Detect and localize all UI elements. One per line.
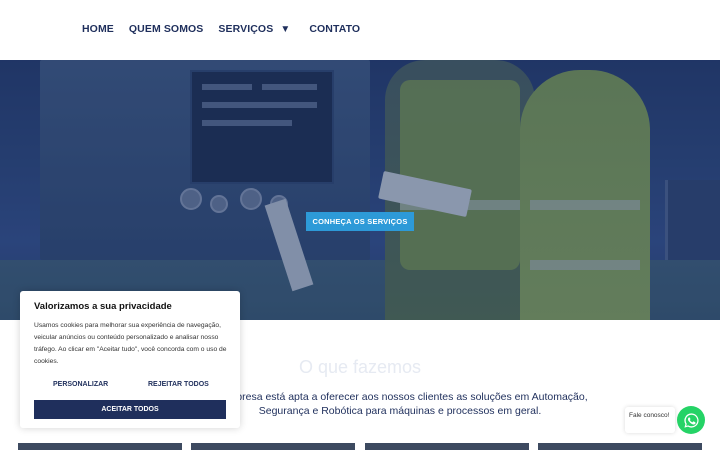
nav-home[interactable]: HOME xyxy=(82,23,114,35)
cookie-text: Usamos cookies para melhorar sua experiê… xyxy=(34,322,227,365)
cookie-consent-banner: Valorizamos a sua privacidade Usamos coo… xyxy=(20,291,240,428)
nav-servicos[interactable]: SERVIÇOS ▼ xyxy=(218,23,290,35)
nav-servicos-label: SERVIÇOS xyxy=(218,23,274,35)
whatsapp-bubble[interactable]: Fale conosco! xyxy=(625,407,675,433)
service-card[interactable] xyxy=(18,443,182,450)
service-cards xyxy=(18,443,708,450)
services-cta-button[interactable]: CONHEÇA OS SERVIÇOS xyxy=(306,212,414,231)
hero-banner: CONHEÇA OS SERVIÇOS xyxy=(0,60,720,320)
nav-quem-somos[interactable]: QUEM SOMOS xyxy=(129,23,204,35)
site-header: HOME QUEM SOMOS SERVIÇOS ▼ CONTATO xyxy=(0,0,720,60)
customize-button[interactable]: PERSONALIZAR xyxy=(53,381,108,388)
main-nav: HOME QUEM SOMOS SERVIÇOS ▼ CONTATO xyxy=(82,23,375,35)
service-card[interactable] xyxy=(191,443,355,450)
service-card[interactable] xyxy=(365,443,529,450)
service-card[interactable] xyxy=(538,443,702,450)
accept-all-button[interactable]: ACEITAR TODOS xyxy=(34,400,226,419)
whatsapp-icon xyxy=(683,412,699,428)
section-description: A empresa está apta a oferecer aos nosso… xyxy=(212,391,588,417)
reject-all-button[interactable]: REJEITAR TODOS xyxy=(148,381,209,388)
whatsapp-button[interactable] xyxy=(677,406,705,434)
cookie-title: Valorizamos a sua privacidade xyxy=(34,301,172,312)
chevron-down-icon: ▼ xyxy=(280,24,291,35)
nav-contato[interactable]: CONTATO xyxy=(309,23,360,35)
